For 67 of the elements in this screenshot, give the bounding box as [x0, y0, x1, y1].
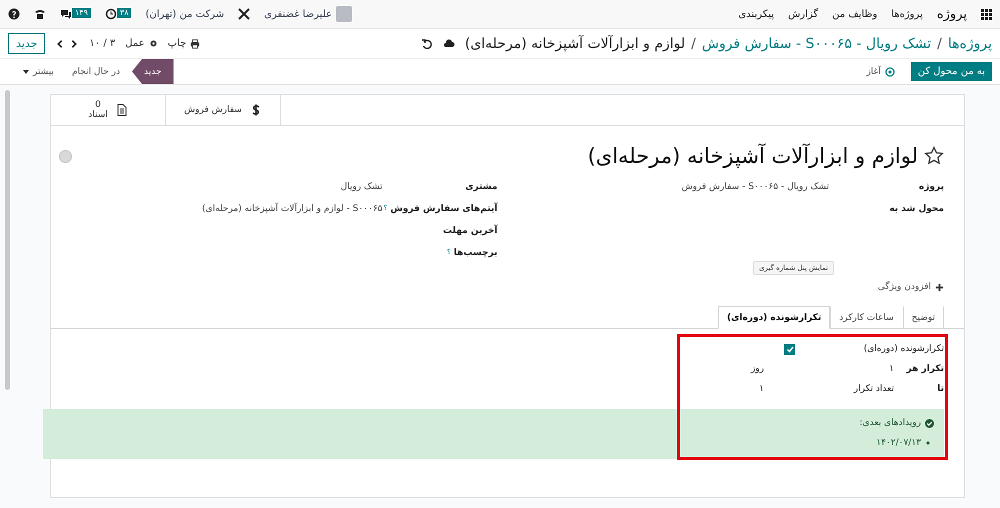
field-label: آخرین مهلت [443, 226, 498, 236]
chat-icon [60, 8, 72, 20]
check-icon [786, 345, 794, 353]
assign-button[interactable]: به من محول کن [910, 62, 992, 81]
menu-item[interactable]: پروژه‌ها [891, 8, 923, 20]
menu-item[interactable]: وظایف من [832, 8, 878, 20]
check-circle-icon [925, 418, 934, 428]
action-button[interactable]: عمل [125, 38, 158, 49]
breadcrumb-separator: / [691, 36, 696, 52]
dollar-icon [250, 103, 262, 117]
menu-item[interactable]: پیکربندی [738, 8, 774, 20]
user-name[interactable]: علیرضا غضنفری [264, 8, 332, 20]
field-label: پروژه [918, 182, 944, 192]
clock-icon [104, 8, 117, 20]
status-circle[interactable] [59, 150, 72, 162]
bullet-icon [926, 441, 930, 445]
plus-icon [935, 282, 944, 292]
task-title[interactable]: لوازم و ابزارآلات آشپزخانه (مرحله‌ای) [588, 144, 918, 168]
checkbox[interactable] [784, 344, 795, 354]
tab[interactable]: تکرارشونده (دوره‌ای) [718, 306, 830, 329]
pager: ۳ / ۱۰ [89, 38, 116, 49]
company-name[interactable]: شرکت من (تهران) [145, 8, 224, 20]
caret-icon [22, 68, 30, 76]
repeat-value[interactable]: ۱ [764, 364, 894, 374]
play-icon [884, 66, 895, 76]
repeat-unit[interactable]: روز [750, 364, 764, 374]
cloud-icon [442, 38, 455, 50]
repeat-count[interactable]: ۱ [759, 384, 764, 394]
field-label: تکرار هر [905, 364, 944, 374]
field-value[interactable]: S۰۰۰۶۵ - لوازم و ابزارآلات آشپزخانه (مرحله‌ای) [202, 204, 382, 214]
breadcrumb[interactable]: تشک رویال - S۰۰۰۶۵ - سفارش فروش [702, 36, 932, 52]
breadcrumb-separator: / [937, 36, 942, 52]
previous-icon [55, 38, 66, 48]
start-button[interactable]: آغاز [860, 66, 901, 78]
undo-icon [420, 38, 433, 50]
next-icon [69, 38, 80, 48]
breadcrumb: لوازم و ابزارآلات آشپزخانه (مرحله‌ای) [464, 36, 686, 52]
help-icon [8, 8, 20, 20]
apps-icon [981, 8, 992, 20]
add-property-button[interactable]: افزودن ویژگی [878, 282, 944, 292]
message-badge: ۱۴۹ [72, 8, 91, 18]
field-label: برچسب‌ها [454, 248, 498, 258]
avatar[interactable] [336, 6, 352, 22]
field-value[interactable]: تشک رویال - S۰۰۰۶۵ - سفارش فروش [682, 182, 829, 192]
star-icon [924, 146, 944, 166]
field-label: محول شد به [889, 204, 944, 214]
document-icon [116, 103, 128, 117]
stage-button[interactable]: جدید [132, 59, 174, 84]
gear-icon [148, 39, 158, 48]
app-name[interactable]: پروژه [936, 6, 967, 22]
new-button[interactable]: جدید [8, 33, 46, 54]
scrollbar[interactable] [5, 90, 10, 390]
field-label: آیتم‌های سفارش فروش [390, 204, 498, 214]
menu-item[interactable]: گزارش [788, 8, 818, 20]
alert-title: رویدادهای بعدی: [860, 418, 921, 428]
field-label: تا [936, 384, 944, 394]
field-value[interactable]: تشک رویال [340, 182, 382, 192]
more-dropdown[interactable]: بیشتر [16, 59, 60, 84]
activity-badge: ۳۸ [116, 8, 132, 18]
print-button[interactable]: چاپ [168, 38, 200, 49]
until-mode[interactable]: تعداد تکرار [764, 384, 894, 394]
field-label: تکرارشونده (دوره‌ای) [864, 344, 944, 354]
printer-icon [190, 38, 200, 48]
event-date: ۱۴۰۲/۰۷/۱۳ [876, 438, 921, 448]
field-label: مشتری [465, 182, 498, 192]
breadcrumb[interactable]: پروژه‌ها [948, 36, 992, 52]
tab[interactable]: توضیح [902, 306, 944, 328]
